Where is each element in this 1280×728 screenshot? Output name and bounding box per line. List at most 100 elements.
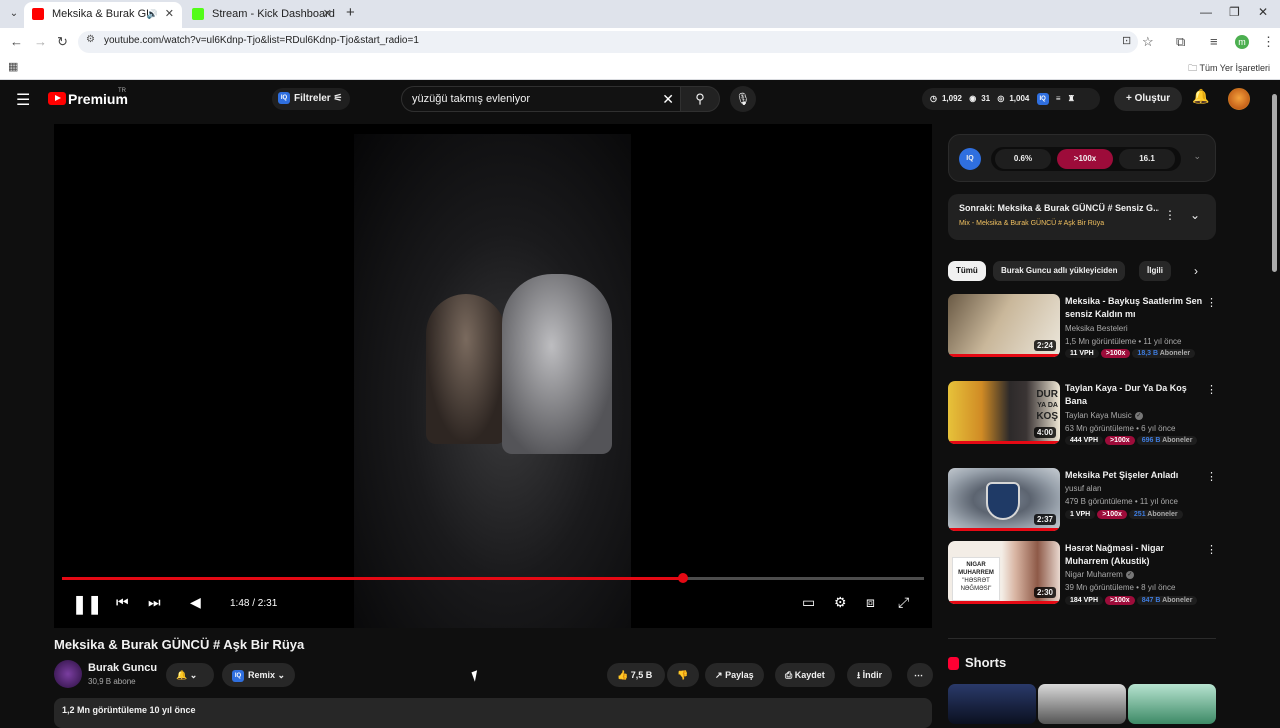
search-input[interactable]: yüzüğü takmış evleniyor xyxy=(412,93,530,105)
subtitles-icon[interactable]: ▭ xyxy=(802,594,815,611)
like-button[interactable]: 👍 7,5 B xyxy=(607,663,665,687)
all-bookmarks-link[interactable]: 🗀 Tüm Yer İşaretleri xyxy=(1188,61,1270,77)
channel-avatar[interactable] xyxy=(54,660,82,688)
rec-title[interactable]: Meksika Pet Şişeler Anladı xyxy=(1065,469,1205,482)
speaker-icon[interactable]: 🔊 xyxy=(147,2,158,26)
media-icon[interactable]: ≡ xyxy=(1210,34,1218,49)
minimize-icon[interactable]: — xyxy=(1200,5,1212,19)
rec-stats: 444 VPH >100x 696 B Aboneler xyxy=(1065,436,1199,448)
fullscreen-icon[interactable]: ⤢ xyxy=(898,594,909,611)
omnibox[interactable]: ⚙ youtube.com/watch?v=ul6Kdnp-Tjo&list=R… xyxy=(78,31,1138,53)
reload-icon[interactable]: ↻ xyxy=(57,34,68,50)
rec-meta: 479 B görüntüleme • 11 yıl önce xyxy=(1065,497,1178,506)
recommendation-item[interactable]: NIGAR MUHARREM "HƏSRƏT NƏĞMƏSI" 2:30 Həsrət… xyxy=(948,541,1218,607)
next-icon[interactable]: ⏭ xyxy=(148,594,161,611)
chrome-menu-icon[interactable]: ⋮ xyxy=(1262,34,1275,50)
metric-score[interactable]: 16.1 xyxy=(1119,149,1175,169)
remix-button[interactable]: IQ Remix ⌄ xyxy=(222,663,296,687)
thumbnail[interactable]: 2:24 xyxy=(948,294,1060,357)
clear-search-icon[interactable]: ✕ xyxy=(662,91,674,108)
chevron-right-icon[interactable]: › xyxy=(1194,264,1198,278)
install-app-icon[interactable]: ⊡ xyxy=(1122,34,1131,47)
voice-search-button[interactable]: 🎙 xyxy=(730,86,756,112)
chip-all[interactable]: Tümü xyxy=(948,261,986,281)
save-button[interactable]: ⎙ Kaydet xyxy=(775,663,835,687)
previous-icon[interactable]: ⏮ xyxy=(116,594,129,611)
more-horizontal-icon: ⋯ xyxy=(914,670,923,680)
chip-uploader[interactable]: Burak Guncu adlı yükleyiciden xyxy=(993,261,1126,281)
miniplayer-icon[interactable]: ⧈ xyxy=(866,594,875,611)
recommendation-item[interactable]: DUR YA DA KOŞ 4:00 Taylan Kaya - Dur Ya Da… xyxy=(948,381,1218,447)
recommendation-item[interactable]: 2:24 Meksika - Baykuş Saatlerim Sen sens… xyxy=(948,294,1218,360)
description-box[interactable]: 1,2 Mn görüntüleme 10 yıl önce xyxy=(54,698,932,728)
pause-icon[interactable]: ❚❚ xyxy=(72,594,102,615)
video-player[interactable]: ❚❚ ⏮ ⏭ ◀ 1:48 / 2:31 ▭ ⚙ ⧈ ⤢ xyxy=(54,124,932,628)
notifications-icon[interactable]: 🔔 xyxy=(1192,88,1209,105)
account-avatar[interactable] xyxy=(1228,88,1250,110)
extensions-icon[interactable]: ⧉ xyxy=(1176,34,1185,50)
progress-bar[interactable] xyxy=(62,573,924,583)
short-thumbnail[interactable] xyxy=(1038,684,1126,724)
more-vertical-icon[interactable]: ⋮ xyxy=(1206,296,1217,309)
chevron-down-icon[interactable]: ⌄ xyxy=(1193,151,1201,162)
settings-icon[interactable]: ⚙ xyxy=(834,594,847,611)
download-button[interactable]: ⭳ İndir xyxy=(847,663,893,687)
forward-icon[interactable]: → xyxy=(34,34,47,49)
window-close-icon[interactable]: ✕ xyxy=(1258,5,1268,19)
thumbnail[interactable]: 2:37 xyxy=(948,468,1060,531)
share-button[interactable]: ↗ Paylaş xyxy=(705,663,764,687)
short-thumbnail[interactable] xyxy=(948,684,1036,724)
apps-grid-icon[interactable]: ▦ xyxy=(8,60,18,73)
channel-name[interactable]: Burak Guncu xyxy=(88,662,157,674)
chip-related[interactable]: İlgili xyxy=(1139,261,1171,281)
site-info-icon[interactable]: ⚙ xyxy=(86,34,95,45)
page-scrollbar[interactable] xyxy=(1272,94,1277,272)
scrubber-handle[interactable] xyxy=(677,573,688,583)
restore-icon[interactable]: ❐ xyxy=(1229,5,1240,19)
more-vertical-icon[interactable]: ⋮ xyxy=(1206,543,1217,556)
duration-badge: 2:24 xyxy=(1033,340,1056,351)
chevron-down-icon[interactable]: ⌄ xyxy=(1190,208,1200,222)
iq-icon: IQ xyxy=(232,669,244,682)
more-actions-button[interactable]: ⋯ xyxy=(907,663,933,687)
more-vertical-icon[interactable]: ⋮ xyxy=(1164,208,1176,222)
up-next-panel[interactable]: Sonraki: Meksika & Burak GÜNCÜ # Sensiz … xyxy=(948,194,1216,240)
clock-icon: ◷ xyxy=(930,94,937,103)
bookmark-star-icon[interactable]: ☆ xyxy=(1142,34,1154,50)
recommendation-item[interactable]: 2:37 Meksika Pet Şişeler Anladı yusuf al… xyxy=(948,468,1218,534)
more-vertical-icon[interactable]: ⋮ xyxy=(1206,470,1217,483)
rec-channel[interactable]: yusuf alan xyxy=(1065,484,1101,493)
search-box[interactable]: yüzüğü takmış evleniyor ✕ xyxy=(401,86,681,112)
tab-close-icon[interactable]: ✕ xyxy=(165,2,174,26)
metric-engagement[interactable]: 0.6% xyxy=(995,149,1051,169)
rec-channel[interactable]: Nigar Muharrem ✓ xyxy=(1065,570,1134,579)
rec-title[interactable]: Həsrət Nağməsi - Nigar Muharrem (Akustik… xyxy=(1065,542,1205,568)
tab-search-icon[interactable]: ⌄ xyxy=(6,6,22,22)
dislike-button[interactable]: 👎 xyxy=(667,663,699,687)
menu-icon[interactable]: ☰ xyxy=(16,90,30,110)
rec-title[interactable]: Taylan Kaya - Dur Ya Da Koş Bana xyxy=(1065,382,1205,408)
subscribe-bell-button[interactable]: 🔔 ⌄ xyxy=(166,663,214,687)
volume-icon[interactable]: ◀ xyxy=(190,594,201,611)
thumbnail[interactable]: DUR YA DA KOŞ 4:00 xyxy=(948,381,1060,444)
profile-avatar[interactable]: m xyxy=(1235,35,1249,49)
rec-channel[interactable]: Taylan Kaya Music ✓ xyxy=(1065,411,1143,420)
youtube-premium-logo[interactable]: Premium TR xyxy=(48,88,128,108)
tab-youtube[interactable]: Meksika & Burak GÜNCÜ # Aşk Bir Rüya 🔊 ✕ xyxy=(24,2,182,28)
rec-title[interactable]: Meksika - Baykuş Saatlerim Sen sensiz Ka… xyxy=(1065,295,1205,321)
search-button[interactable]: ⚲ xyxy=(680,86,720,112)
metric-outlier[interactable]: >100x xyxy=(1057,149,1113,169)
short-thumbnail[interactable] xyxy=(1128,684,1216,724)
tab-close-icon[interactable]: ✕ xyxy=(323,2,332,26)
filters-button[interactable]: IQ Filtreler ⚟ xyxy=(272,88,351,110)
back-icon[interactable]: ← xyxy=(10,34,23,49)
duration-badge: 2:30 xyxy=(1033,587,1056,598)
extension-stats[interactable]: ◷ 1,092 ◉ 31 ◎ 1,004 IQ ≡ ♜ xyxy=(922,88,1100,110)
create-button[interactable]: + Oluştur xyxy=(1114,87,1183,111)
rec-channel[interactable]: Meksika Besteleri xyxy=(1065,324,1128,333)
thumbnail[interactable]: NIGAR MUHARREM "HƏSRƏT NƏĞMƏSI" 2:30 xyxy=(948,541,1060,604)
tab-kick[interactable]: Stream - Kick Dashboard ✕ xyxy=(184,2,340,28)
more-vertical-icon[interactable]: ⋮ xyxy=(1206,383,1217,396)
new-tab-button[interactable]: + xyxy=(346,4,355,21)
video-frame[interactable] xyxy=(354,134,631,628)
